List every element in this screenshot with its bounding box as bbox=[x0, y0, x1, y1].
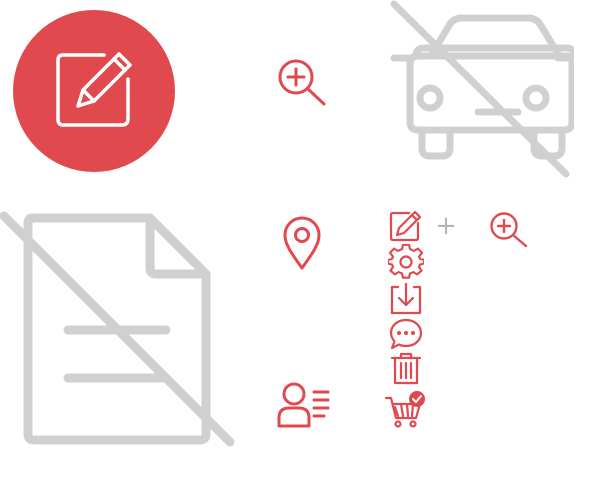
edit-icon[interactable] bbox=[388, 208, 424, 244]
plus-sign: + bbox=[435, 211, 457, 241]
zoom-in-icon[interactable] bbox=[276, 58, 328, 108]
zoom-in-small-icon[interactable] bbox=[488, 211, 530, 249]
no-car-icon bbox=[390, 0, 574, 178]
trash-icon[interactable] bbox=[390, 352, 422, 386]
download-icon[interactable] bbox=[388, 281, 424, 317]
chat-icon[interactable] bbox=[388, 317, 424, 353]
settings-icon[interactable] bbox=[388, 244, 424, 280]
cart-check-icon[interactable] bbox=[384, 390, 428, 430]
user-list-icon[interactable] bbox=[276, 380, 332, 432]
no-document-icon bbox=[0, 211, 235, 447]
location-pin-icon[interactable] bbox=[282, 214, 322, 272]
edit-badge-icon[interactable] bbox=[12, 9, 176, 173]
